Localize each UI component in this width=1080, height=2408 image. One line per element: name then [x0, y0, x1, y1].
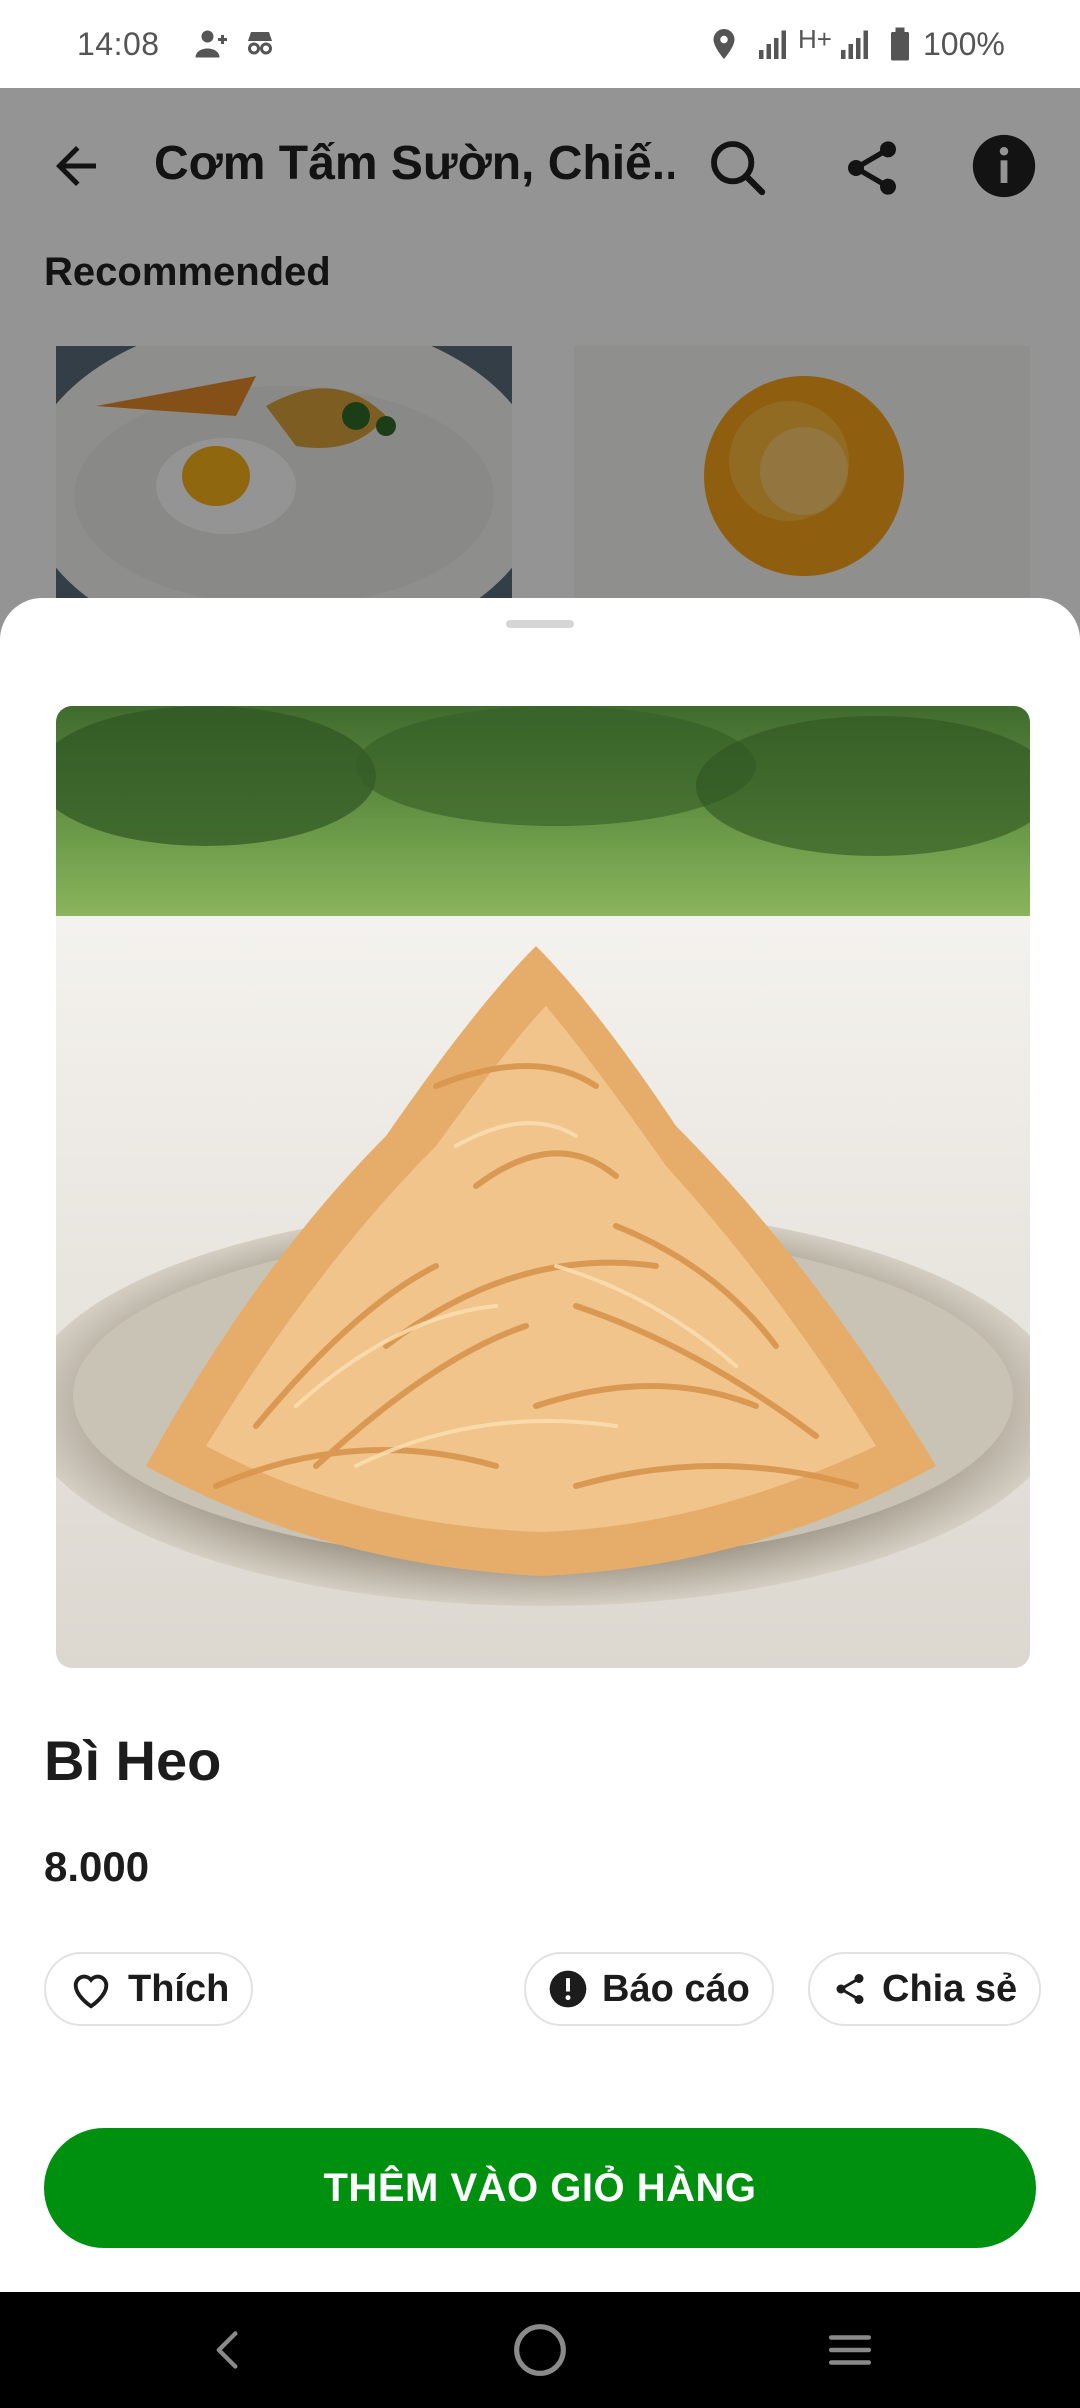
network-type: H+ [798, 24, 832, 54]
heart-icon [73, 1974, 109, 2009]
incognito-icon [248, 32, 272, 55]
battery-percent: 100% [923, 26, 1005, 62]
item-detail-sheet: Bì Heo 8.000 Thích Báo cáo Chia sẻ THÊM … [0, 598, 1080, 2292]
report-button[interactable]: Báo cáo [524, 1952, 774, 2026]
item-name: Bì Heo [44, 1729, 222, 1792]
battery-icon [891, 27, 909, 61]
screen: 14:08 H+ 100% Cơm Tấm Sườn, Chiế... Reco… [0, 0, 1080, 2408]
share-icon [836, 1974, 864, 2004]
share-label: Chia sẻ [882, 1967, 1018, 2010]
status-bar: 14:08 H+ 100% [0, 0, 1080, 88]
signal-icon [841, 30, 868, 59]
location-icon [713, 29, 735, 59]
alert-icon [549, 1970, 587, 2008]
system-nav-bar [0, 2292, 1080, 2408]
item-price: 8.000 [44, 1843, 150, 1890]
report-label: Báo cáo [602, 1967, 750, 2010]
nav-recents-button[interactable] [814, 2314, 886, 2386]
like-label: Thích [128, 1967, 230, 2010]
person-add-icon [195, 30, 227, 58]
home-icon [514, 2324, 566, 2376]
back-icon [216, 2331, 238, 2369]
add-to-cart-button[interactable]: THÊM VÀO GIỎ HÀNG [44, 2128, 1036, 2248]
recents-icon [828, 2335, 872, 2365]
like-button[interactable]: Thích [44, 1952, 254, 2026]
drag-handle[interactable] [506, 620, 574, 628]
nav-back-button[interactable] [192, 2314, 264, 2386]
shredded-pork-skin-photo [56, 706, 1030, 1668]
signal-icon [759, 30, 786, 59]
share-item-button[interactable]: Chia sẻ [808, 1952, 1042, 2026]
status-time: 14:08 [77, 26, 160, 62]
nav-home-button[interactable] [504, 2314, 576, 2386]
